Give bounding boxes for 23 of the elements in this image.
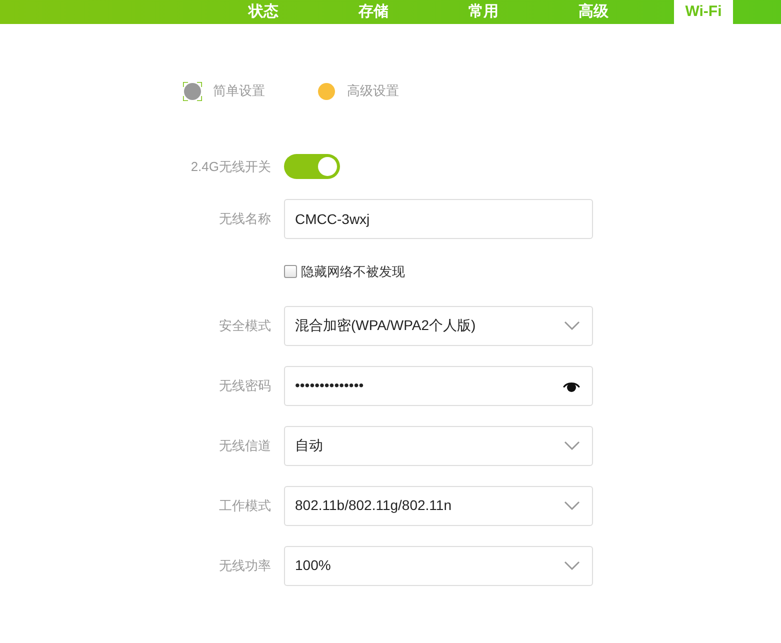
dropdown-select[interactable]: 802.11b/802.11g/802.11n <box>284 486 593 526</box>
password-field[interactable]: •••••••••••••• <box>284 366 593 406</box>
dropdown-select[interactable]: 混合加密(WPA/WPA2个人版) <box>284 306 593 346</box>
dropdown-select[interactable]: 自动 <box>284 426 593 466</box>
checkbox[interactable] <box>284 265 297 278</box>
field-label: 无线功率 <box>219 558 271 573</box>
toggle-switch[interactable] <box>284 154 340 179</box>
chevron-down-icon <box>564 561 580 570</box>
chevron-down-icon <box>564 441 580 450</box>
field-label: 无线密码 <box>219 378 271 393</box>
field-label: 无线信道 <box>219 438 271 453</box>
dropdown-select[interactable]: 100% <box>284 546 593 586</box>
wifi-name-field[interactable]: CMCC-3wxj <box>284 199 593 239</box>
field-label: 无线名称 <box>219 211 271 226</box>
setup-mode-label: 简单设置 <box>213 82 265 100</box>
chevron-down-icon <box>564 321 580 330</box>
eye-icon[interactable] <box>563 380 580 392</box>
field-label: 2.4G无线开关 <box>190 158 271 174</box>
chevron-down-icon <box>564 501 580 510</box>
field-label: 安全模式 <box>219 318 271 333</box>
field-label: 工作模式 <box>219 498 271 513</box>
checkbox-label[interactable]: 隐藏网络不被发现 <box>301 262 405 282</box>
setup-mode-label: 高级设置 <box>347 82 399 100</box>
